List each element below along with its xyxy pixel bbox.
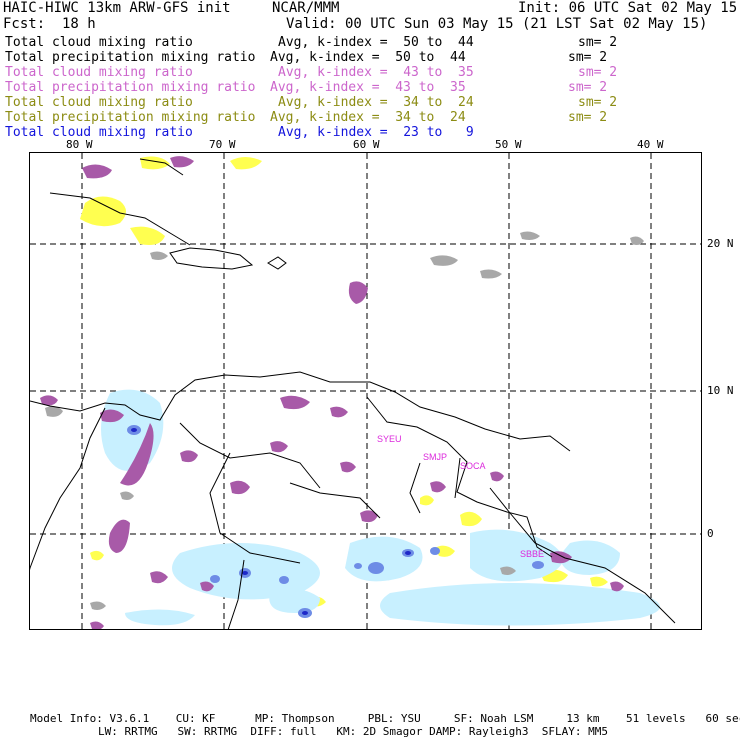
model-info-line-1: Model Info: V3.6.1 CU: KF MP: Thompson P…	[30, 712, 740, 725]
legend-field: Total cloud mixing ratio	[5, 35, 193, 50]
longitude-label: 80 W	[66, 138, 93, 151]
legend-range: Avg, k-index = 50 to 44	[270, 50, 466, 65]
legend-range: Avg, k-index = 50 to 44	[278, 35, 474, 50]
longitude-label: 40 W	[637, 138, 664, 151]
lightblue-shading	[101, 389, 660, 626]
legend-smoothing: sm= 2	[568, 110, 608, 125]
station-label: SBBE	[520, 549, 544, 559]
longitude-label: 70 W	[209, 138, 236, 151]
latitude-label: 0	[707, 527, 714, 540]
header: HAIC-HIWC 13km ARW-GFS init NCAR/MMM Ini…	[0, 0, 740, 150]
station-label: SYEU	[377, 434, 402, 444]
map-plot: SYEU SMJP SOCA SBBE	[29, 152, 702, 630]
forecast-label: Fcst:	[3, 16, 46, 32]
legend-field: Total cloud mixing ratio	[5, 125, 193, 140]
station-label: SOCA	[460, 461, 486, 471]
legend-smoothing: sm= 2	[568, 50, 608, 65]
model-info-line-2: LW: RRTMG SW: RRTMG DIFF: full KM: 2D Sm…	[98, 725, 608, 738]
longitude-label: 50 W	[495, 138, 522, 151]
organization: NCAR/MMM	[272, 0, 340, 16]
station-label: SMJP	[423, 452, 447, 462]
legend-field: Total precipitation mixing ratio	[5, 80, 256, 95]
forecast-hour: 18 h	[62, 16, 96, 32]
legend-range: Avg, k-index = 43 to 35	[270, 80, 466, 95]
legend-range: Avg, k-index = 43 to 35	[278, 65, 474, 80]
model-title: HAIC-HIWC 13km ARW-GFS init	[3, 0, 231, 16]
legend-smoothing: sm= 2	[578, 95, 618, 110]
legend-smoothing: sm= 2	[568, 80, 608, 95]
longitude-label: 60 W	[353, 138, 380, 151]
legend-range: Avg, k-index = 34 to 24	[278, 95, 474, 110]
latitude-label: 10 N	[707, 384, 734, 397]
legend-field: Total precipitation mixing ratio	[5, 110, 256, 125]
legend-field: Total cloud mixing ratio	[5, 95, 193, 110]
latitude-label: 20 N	[707, 237, 734, 250]
legend-range: Avg, k-index = 34 to 24	[270, 110, 466, 125]
legend-field: Total precipitation mixing ratio	[5, 50, 256, 65]
init-time: Init: 06 UTC Sat 02 May 15	[518, 0, 738, 16]
legend-field: Total cloud mixing ratio	[5, 65, 193, 80]
legend-smoothing: sm= 2	[578, 35, 618, 50]
valid-time: Valid: 00 UTC Sun 03 May 15 (21 LST Sat …	[286, 16, 708, 32]
legend-smoothing: sm= 2	[578, 65, 618, 80]
